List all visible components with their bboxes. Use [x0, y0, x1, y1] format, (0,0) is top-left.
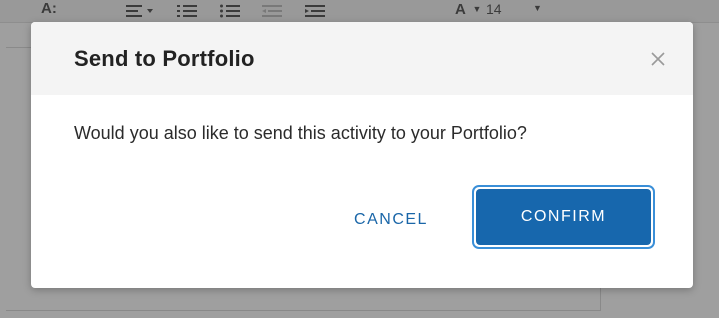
confirm-button[interactable]: CONFIRM: [476, 189, 651, 245]
dialog-title: Send to Portfolio: [74, 46, 255, 71]
close-button[interactable]: [645, 48, 671, 74]
close-icon: [651, 51, 665, 71]
app-stage: A:: [0, 0, 719, 318]
cancel-button[interactable]: CANCEL: [341, 202, 441, 238]
dialog-message: Would you also like to send this activit…: [74, 123, 527, 143]
send-to-portfolio-dialog: Send to Portfolio Would you also like to…: [31, 22, 693, 288]
